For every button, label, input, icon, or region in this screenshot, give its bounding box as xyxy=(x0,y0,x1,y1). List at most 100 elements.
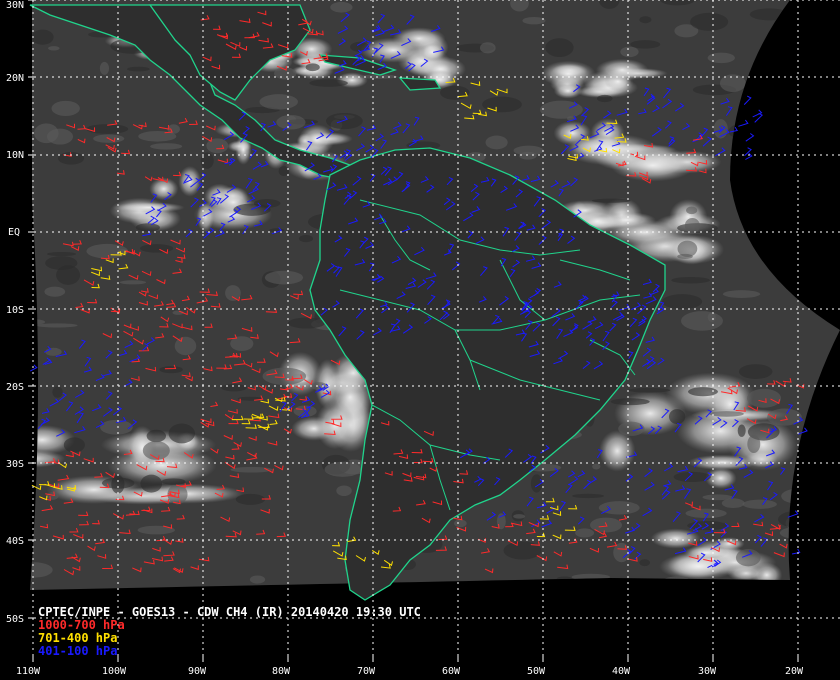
cloud-texture xyxy=(719,74,746,93)
cloud-texture xyxy=(46,492,59,500)
cloud-texture xyxy=(48,46,60,51)
lat-label: 30S xyxy=(6,459,24,470)
lon-label: 110W xyxy=(16,666,41,677)
lon-label: 60W xyxy=(442,666,461,677)
legend-low-level: 1000-700 hPa xyxy=(38,618,125,632)
cloud-texture xyxy=(519,151,537,160)
cloud-texture xyxy=(681,311,723,331)
cloud-texture xyxy=(671,276,711,284)
cloud-texture xyxy=(610,398,650,406)
lon-label: 70W xyxy=(357,666,376,677)
cloud-texture xyxy=(677,240,698,257)
cloud-texture xyxy=(51,100,80,117)
cloud-texture xyxy=(86,124,129,134)
cloud-texture xyxy=(690,12,729,31)
cloud-texture xyxy=(127,66,150,72)
satellite-wind-map: 30N 20N 10N EQ 10S 20S 30S 40S 50S 110W … xyxy=(0,0,840,680)
cloud-texture xyxy=(707,52,735,64)
cloud-texture xyxy=(99,61,110,75)
cloud-texture xyxy=(63,437,85,453)
cloud-texture xyxy=(45,347,62,356)
cloud-texture xyxy=(168,423,196,444)
legend-high-level: 401-100 hPa xyxy=(38,644,117,658)
cloud-texture xyxy=(742,499,777,509)
lon-label: 40W xyxy=(612,666,631,677)
lat-label: 10S xyxy=(6,305,24,316)
cloud-texture xyxy=(140,474,163,493)
cloud-texture xyxy=(630,40,661,49)
cloud-texture xyxy=(440,85,470,100)
cloud-texture xyxy=(324,461,362,477)
cloud-texture xyxy=(298,235,314,243)
cloud-texture xyxy=(722,290,761,298)
lat-label: 40S xyxy=(6,536,24,547)
map-title: CPTEC/INPE - GOES13 - CDW CH4 (IR) 20140… xyxy=(38,605,421,619)
cloud-texture xyxy=(503,541,542,560)
cloud-texture xyxy=(46,252,77,257)
cloud-texture xyxy=(522,16,546,25)
cloud-texture xyxy=(591,198,631,203)
lon-label: 100W xyxy=(102,666,127,677)
cloud-texture xyxy=(628,387,671,393)
cloud-texture xyxy=(56,265,81,285)
lat-label: EQ xyxy=(8,227,20,238)
cloud-texture xyxy=(46,128,74,145)
cloud-texture xyxy=(596,94,613,103)
cloud-texture xyxy=(249,575,266,584)
cloud-texture xyxy=(140,244,174,253)
lon-label: 90W xyxy=(188,666,207,677)
cloud-patch xyxy=(599,430,636,472)
cloud-texture xyxy=(479,42,496,54)
cloud-texture xyxy=(639,16,652,24)
cloud-texture xyxy=(668,409,686,425)
cloud-patch xyxy=(540,60,596,87)
lon-label: 20W xyxy=(785,666,804,677)
cloud-texture xyxy=(639,559,651,567)
cloud-texture xyxy=(545,38,574,58)
cloud-patch xyxy=(359,37,427,63)
lat-label: 20N xyxy=(6,73,24,84)
cloud-texture xyxy=(159,366,183,374)
cloud-texture xyxy=(36,323,78,328)
lat-label: 50S xyxy=(6,614,24,625)
cloud-patch xyxy=(650,528,701,549)
cloud-texture xyxy=(482,96,522,113)
cloud-texture xyxy=(572,493,605,499)
cloud-texture xyxy=(146,429,167,443)
cloud-texture xyxy=(137,525,175,535)
cloud-texture xyxy=(235,493,266,505)
cloud-texture xyxy=(735,549,761,567)
cloud-texture xyxy=(221,383,247,392)
cloud-patch xyxy=(112,202,185,213)
cloud-texture xyxy=(575,528,595,538)
cloud-texture xyxy=(119,280,147,285)
cloud-texture xyxy=(259,94,298,110)
cloud-texture xyxy=(592,463,601,470)
lat-label: 30N xyxy=(6,0,24,11)
cloud-texture xyxy=(135,223,160,232)
cloud-texture xyxy=(709,411,744,417)
cloud-texture xyxy=(262,367,307,385)
cloud-texture xyxy=(737,424,746,437)
cloud-texture xyxy=(598,501,640,515)
cloud-texture xyxy=(276,114,306,130)
lat-label: 20S xyxy=(6,382,24,393)
cloud-texture xyxy=(661,294,703,310)
legend-mid-level: 701-400 hPa xyxy=(38,631,117,645)
cloud-texture xyxy=(686,206,698,215)
cloud-texture xyxy=(52,386,63,398)
cloud-patch xyxy=(564,133,658,166)
cloud-texture xyxy=(747,388,782,408)
cloud-texture xyxy=(747,434,761,453)
cloud-texture xyxy=(309,79,348,87)
lon-label: 80W xyxy=(272,666,291,677)
cloud-texture xyxy=(44,286,66,297)
cloud-texture xyxy=(326,112,363,130)
lat-label: 10N xyxy=(6,150,24,161)
cloud-texture xyxy=(330,1,353,13)
cloud-texture xyxy=(336,485,352,497)
cloud-texture xyxy=(496,513,506,530)
cloud-texture xyxy=(684,217,700,234)
cloud-texture xyxy=(485,135,508,150)
cloud-texture xyxy=(454,519,467,528)
